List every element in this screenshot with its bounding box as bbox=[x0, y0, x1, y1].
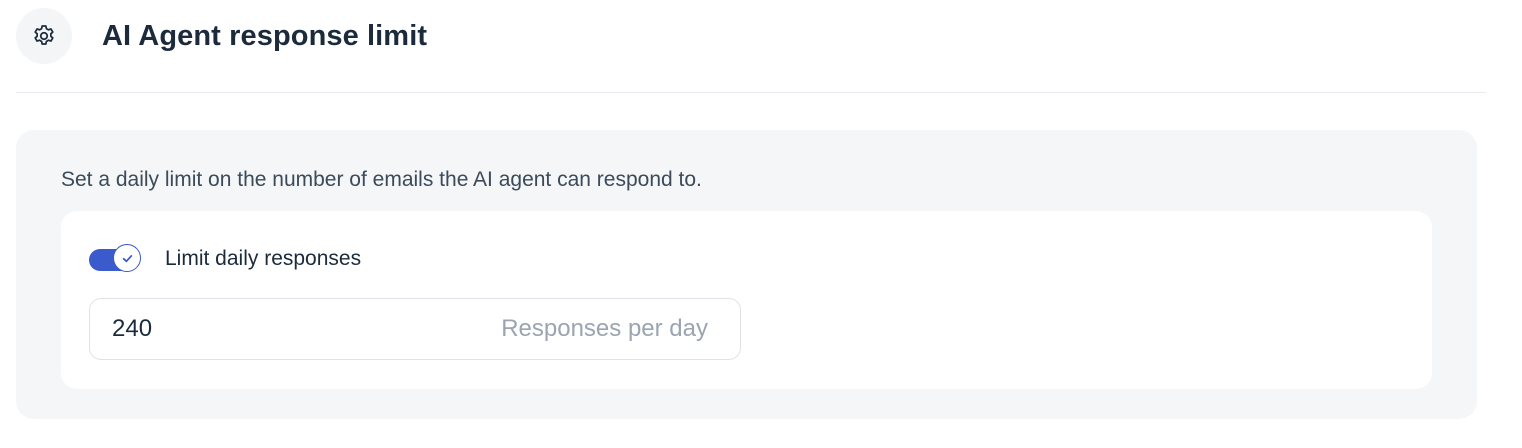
settings-panel: Set a daily limit on the number of email… bbox=[16, 130, 1477, 419]
gear-icon-badge bbox=[16, 8, 72, 64]
check-icon bbox=[122, 254, 132, 262]
limit-daily-responses-toggle[interactable] bbox=[89, 244, 143, 274]
responses-per-day-input[interactable] bbox=[112, 315, 312, 343]
responses-per-day-field[interactable]: Responses per day bbox=[89, 298, 741, 360]
input-suffix: Responses per day bbox=[501, 315, 708, 342]
settings-description: Set a daily limit on the number of email… bbox=[61, 168, 702, 191]
header-divider bbox=[16, 92, 1486, 93]
gear-icon bbox=[34, 25, 54, 45]
page-title: AI Agent response limit bbox=[102, 19, 428, 52]
limit-card: Limit daily responses Responses per day bbox=[61, 211, 1432, 389]
toggle-knob bbox=[113, 244, 141, 272]
toggle-label: Limit daily responses bbox=[165, 247, 362, 270]
section-header: AI Agent response limit bbox=[16, 8, 427, 64]
toggle-row: Limit daily responses bbox=[89, 244, 361, 274]
settings-page: AI Agent response limit Set a daily limi… bbox=[0, 0, 1522, 448]
